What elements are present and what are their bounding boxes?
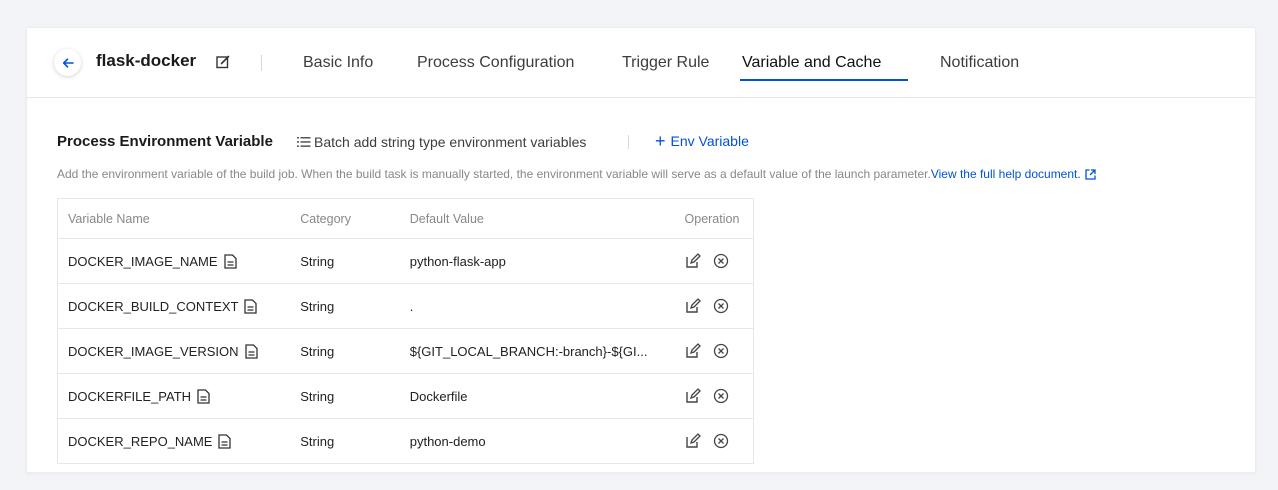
close-circle-icon[interactable] — [713, 343, 729, 359]
description-text: Add the environment variable of the buil… — [57, 167, 931, 181]
header-variable-name: Variable Name — [57, 198, 291, 239]
close-circle-icon[interactable] — [713, 433, 729, 449]
header-category: Category — [290, 198, 400, 239]
document-icon[interactable] — [244, 298, 258, 314]
help-document-link[interactable]: View the full help document. — [931, 167, 1096, 181]
tab-process-configuration[interactable]: Process Configuration — [417, 53, 574, 73]
tab-variable-and-cache[interactable]: Variable and Cache — [742, 53, 881, 73]
edit-icon[interactable] — [685, 253, 701, 269]
page-header: flask-docker Basic Info Process Configur… — [27, 28, 1255, 98]
header-divider — [261, 55, 262, 71]
variable-category: String — [290, 283, 400, 329]
table-header-row: Variable Name Category Default Value Ope… — [57, 198, 754, 239]
edit-icon[interactable] — [685, 343, 701, 359]
header-operation: Operation — [674, 198, 754, 239]
table-row: DOCKER_IMAGE_NAME String python-flask-ap… — [57, 238, 754, 284]
link-divider — [628, 135, 629, 149]
batch-add-button[interactable]: Batch add string type environment variab… — [297, 133, 586, 151]
help-link-label: View the full help document. — [930, 167, 1081, 181]
variable-category: String — [290, 373, 400, 419]
variable-name: DOCKER_REPO_NAME — [68, 433, 213, 449]
variable-category: String — [290, 238, 400, 284]
edit-icon[interactable] — [685, 433, 701, 449]
variable-name: DOCKERFILE_PATH — [68, 388, 192, 404]
document-icon[interactable] — [223, 253, 237, 269]
arrow-left-icon — [62, 57, 74, 68]
project-title: flask-docker — [96, 51, 197, 70]
active-tab-indicator — [740, 79, 908, 81]
edit-icon[interactable] — [685, 388, 701, 404]
variable-default-value: python-demo — [409, 434, 486, 450]
list-icon — [297, 137, 311, 147]
close-circle-icon[interactable] — [713, 388, 729, 404]
variable-default-value: . — [409, 299, 414, 315]
variable-default-value: python-flask-app — [409, 254, 506, 270]
table-row: DOCKER_REPO_NAME String python-demo — [57, 418, 754, 464]
plus-icon: + — [655, 131, 666, 151]
edit-icon[interactable] — [215, 54, 231, 70]
external-link-icon — [1085, 169, 1096, 180]
header-default-value: Default Value — [399, 198, 675, 239]
close-circle-icon[interactable] — [713, 253, 729, 269]
env-variable-table: Variable Name Category Default Value Ope… — [57, 198, 754, 464]
variable-default-value: Dockerfile — [409, 389, 468, 405]
add-env-variable-button[interactable]: + Env Variable — [655, 132, 749, 150]
variable-default-value: ${GIT_LOCAL_BRANCH:-branch}-${GI... — [409, 344, 648, 360]
document-icon[interactable] — [218, 433, 232, 449]
variable-name: DOCKER_IMAGE_NAME — [68, 253, 218, 269]
section-title: Process Environment Variable — [57, 133, 273, 150]
tab-basic-info[interactable]: Basic Info — [303, 53, 373, 73]
table-row: DOCKER_BUILD_CONTEXT String . — [57, 283, 754, 329]
document-icon[interactable] — [197, 388, 210, 404]
add-env-label: Env Variable — [670, 133, 749, 149]
section-description: Add the environment variable of the buil… — [57, 166, 1096, 182]
tab-trigger-rule[interactable]: Trigger Rule — [622, 53, 709, 73]
table-row: DOCKERFILE_PATH String Dockerfile — [57, 373, 754, 419]
edit-icon[interactable] — [685, 298, 701, 314]
batch-add-label: Batch add string type environment variab… — [314, 134, 587, 150]
table-row: DOCKER_IMAGE_VERSION String ${GIT_LOCAL_… — [57, 328, 754, 374]
variable-name: DOCKER_IMAGE_VERSION — [68, 343, 239, 359]
close-circle-icon[interactable] — [713, 298, 729, 314]
pipeline-settings-card: flask-docker Basic Info Process Configur… — [26, 27, 1256, 473]
tab-notification[interactable]: Notification — [940, 53, 1019, 73]
back-button[interactable] — [54, 49, 81, 76]
document-icon[interactable] — [244, 343, 258, 359]
variable-name: DOCKER_BUILD_CONTEXT — [68, 298, 239, 314]
variable-category: String — [290, 418, 400, 464]
variable-category: String — [290, 328, 400, 374]
